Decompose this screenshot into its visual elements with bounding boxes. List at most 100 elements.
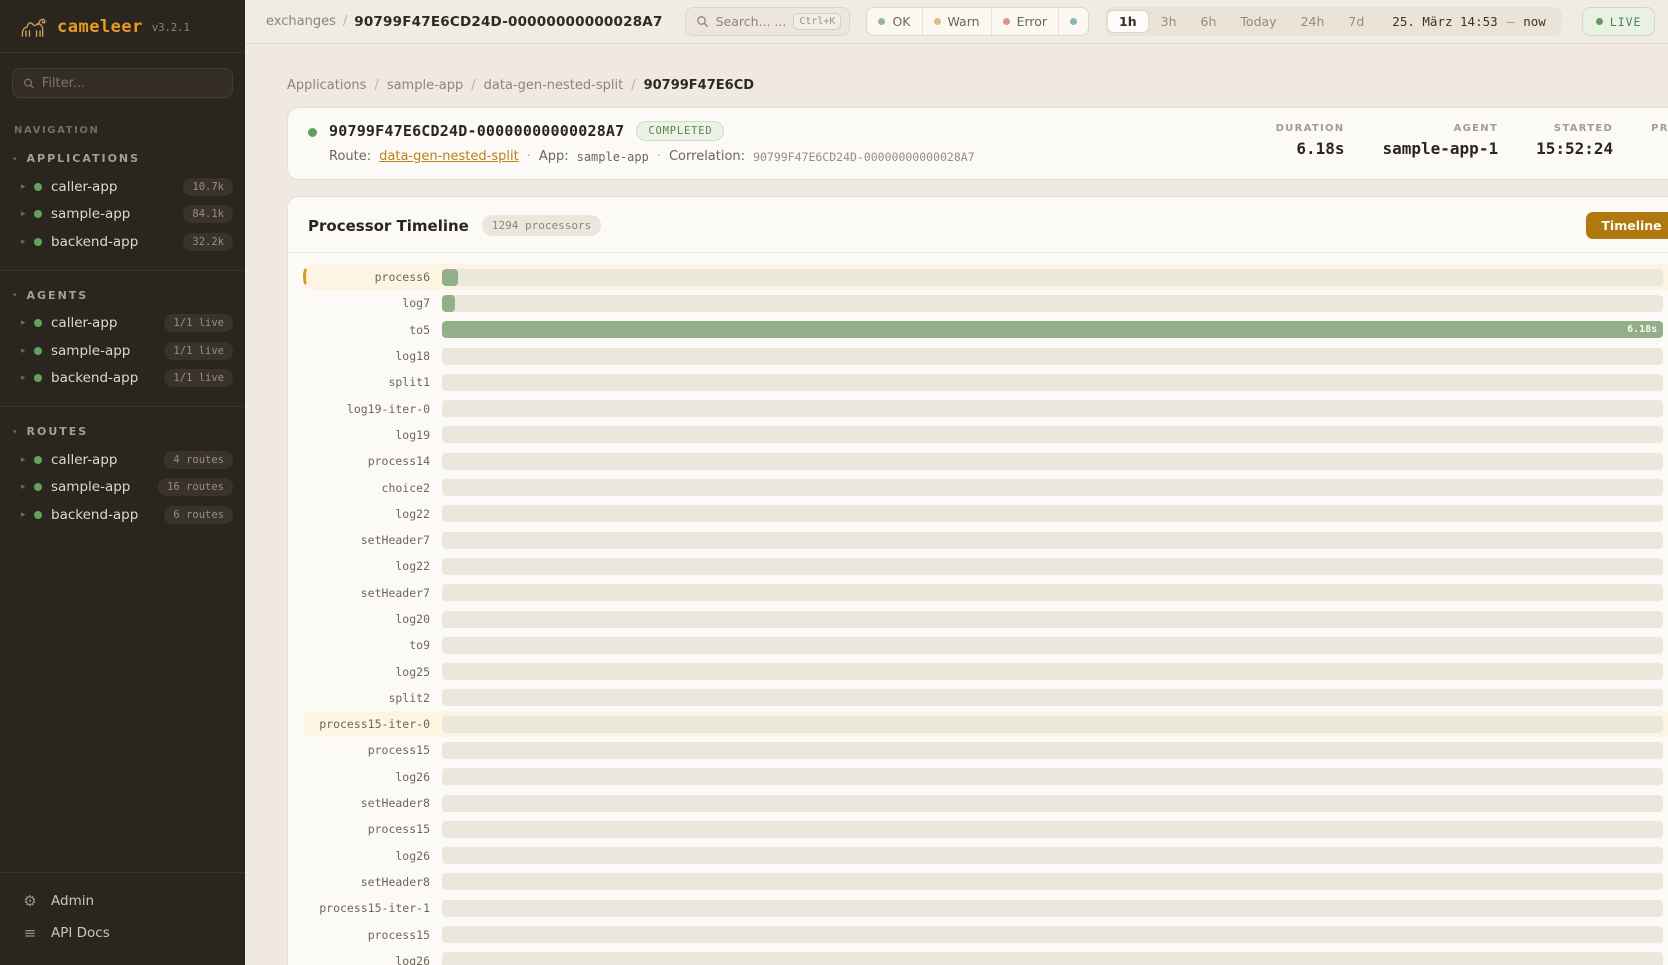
app-version: v3.2.1	[152, 22, 190, 34]
sidebar-item-badge: 6 routes	[164, 506, 233, 524]
timeline-row-process14[interactable]: process14383ms	[304, 448, 1668, 474]
breadcrumb-item[interactable]: Applications	[287, 78, 366, 93]
sidebar-item-sample-app[interactable]: ▸sample-app84.1k	[0, 201, 245, 229]
range-3h[interactable]: 3h	[1149, 10, 1189, 33]
timeline-row-setHeader8[interactable]: setHeader80ms	[304, 869, 1668, 895]
duration-track	[442, 926, 1663, 943]
sidebar-item-badge: 16 routes	[158, 478, 233, 496]
filter-input[interactable]	[42, 76, 222, 91]
timeline-row-process15-iter-1[interactable]: process15-iter-1440ms	[304, 895, 1668, 921]
duration-track	[442, 558, 1663, 575]
duration-value: 0ms	[1663, 350, 1668, 363]
duration-value: 0ms	[1663, 560, 1668, 573]
filter-error[interactable]: Error	[991, 8, 1058, 35]
timeline-row-split2[interactable]: split2960ms	[304, 685, 1668, 711]
range-7d[interactable]: 7d	[1336, 10, 1376, 33]
duration-value: 0ms	[1663, 481, 1668, 494]
timeline-row-to9[interactable]: to9960ms	[304, 632, 1668, 658]
breadcrumb-item[interactable]: sample-app	[387, 78, 463, 93]
timeline-row-log7[interactable]: log70ms	[304, 290, 1668, 316]
range-24h[interactable]: 24h	[1289, 10, 1337, 33]
timeline-row-log20[interactable]: log20 0ms	[304, 606, 1668, 632]
app-name: cameleer	[57, 17, 143, 37]
range-1h[interactable]: 1h	[1107, 10, 1149, 33]
timeline-row-log25[interactable]: log250ms	[304, 658, 1668, 684]
timeline-row-process15-iter-0[interactable]: process15-iter-0960ms⋮	[304, 711, 1668, 737]
processor-name: setHeader8	[304, 796, 442, 810]
timeline-row-process15[interactable]: process15440ms	[304, 737, 1668, 763]
duration-value: 0ms	[1663, 954, 1668, 965]
timeline-row-to5[interactable]: to56.18s6.18s	[304, 317, 1668, 343]
duration-track	[442, 269, 1663, 286]
sidebar-sections: ▾APPLICATIONS▸caller-app10.7k▸sample-app…	[0, 140, 245, 537]
timeline-row-setHeader7[interactable]: setHeader70ms	[304, 527, 1668, 553]
timeline-row-log19-iter-0[interactable]: log19-iter-06.18s	[304, 395, 1668, 421]
timeline-row-process15[interactable]: process15440ms	[304, 816, 1668, 842]
exchange-id: 90799F47E6CD24D-00000000000028A7	[329, 122, 624, 140]
timeline-row-setHeader8[interactable]: setHeader80ms	[304, 790, 1668, 816]
navigation-label: NAVIGATION	[14, 125, 231, 136]
section-header-applications[interactable]: ▾APPLICATIONS	[0, 146, 245, 173]
global-search[interactable]: Search... ... Ctrl+K	[685, 7, 851, 36]
duration-value: 0ms	[1663, 665, 1668, 678]
duration-value: 0ms	[1663, 534, 1668, 547]
breadcrumb-section[interactable]: exchanges	[266, 14, 336, 29]
footer-label: Admin	[51, 893, 94, 909]
sidebar-item-sample-app[interactable]: ▸sample-app16 routes	[0, 474, 245, 502]
sidebar-footer-api-docs[interactable]: ≡API Docs	[0, 917, 245, 949]
sidebar-item-caller-app[interactable]: ▸caller-app10.7k	[0, 173, 245, 201]
sidebar-item-sample-app[interactable]: ▸sample-app1/1 live	[0, 337, 245, 365]
route-link[interactable]: data-gen-nested-split	[379, 149, 519, 164]
timeline-row-log22[interactable]: log220ms	[304, 501, 1668, 527]
timeline-row-setHeader7[interactable]: setHeader70ms	[304, 580, 1668, 606]
filter-other[interactable]	[1058, 8, 1088, 35]
processor-name: log20	[304, 612, 442, 626]
status-dot-icon	[34, 456, 42, 464]
timeline-row-process6[interactable]: process60ms⋮	[304, 264, 1668, 290]
duration-value: 0ms	[1663, 613, 1668, 626]
timeline-row-split1[interactable]: split16.18s	[304, 369, 1668, 395]
section-header-agents[interactable]: ▾AGENTS	[0, 283, 245, 310]
filter-ok[interactable]: OK	[867, 8, 921, 35]
timeline-row-log26[interactable]: log260ms	[304, 764, 1668, 790]
sidebar-item-caller-app[interactable]: ▸caller-app4 routes	[0, 446, 245, 474]
chevron-down-icon: ▾	[13, 291, 17, 299]
processor-name: log18	[304, 349, 442, 363]
sidebar-item-caller-app[interactable]: ▸caller-app1/1 live	[0, 310, 245, 338]
sidebar-item-backend-app[interactable]: ▸backend-app32.2k	[0, 228, 245, 256]
search-placeholder: Search... ...	[716, 14, 787, 29]
filter-label: OK	[892, 14, 910, 29]
duration-track	[442, 532, 1663, 549]
sidebar-section-applications: ▾APPLICATIONS▸caller-app10.7k▸sample-app…	[0, 140, 245, 264]
timeline-row-log19[interactable]: log190ms	[304, 422, 1668, 448]
timeline-row-log22[interactable]: log220ms	[304, 553, 1668, 579]
sidebar-footer-admin[interactable]: ⚙Admin	[0, 885, 245, 917]
date-start: 25. März 14:53	[1392, 14, 1497, 29]
timeline-row-choice2[interactable]: choice20ms	[304, 474, 1668, 500]
chevron-right-icon: ▸	[21, 346, 34, 356]
timeline-row-log26[interactable]: log260ms	[304, 948, 1668, 965]
processor-count-badge: 1294 processors	[482, 215, 601, 236]
sidebar-item-backend-app[interactable]: ▸backend-app6 routes	[0, 501, 245, 529]
section-header-routes[interactable]: ▾ROUTES	[0, 419, 245, 446]
range-6h[interactable]: 6h	[1189, 10, 1229, 33]
sidebar-item-label: backend-app	[51, 507, 164, 523]
timeline-row-log18[interactable]: log18 0ms	[304, 343, 1668, 369]
meta-separator: ·	[527, 149, 531, 164]
duration-value: 960ms	[1663, 639, 1668, 652]
duration-value: 440ms	[1663, 902, 1668, 915]
date-range[interactable]: 25. März 14:53—now	[1376, 14, 1559, 29]
range-today[interactable]: Today	[1228, 10, 1288, 33]
status-dot-icon	[34, 319, 42, 327]
duration-track	[442, 479, 1663, 496]
duration-bar	[442, 269, 458, 286]
sidebar-item-backend-app[interactable]: ▸backend-app1/1 live	[0, 365, 245, 393]
live-badge[interactable]: LIVE	[1582, 7, 1656, 36]
timeline-row-log26[interactable]: log260ms	[304, 843, 1668, 869]
breadcrumb-item[interactable]: data-gen-nested-split	[484, 78, 624, 93]
chevron-right-icon: ▸	[21, 318, 34, 328]
status-dot-icon	[34, 210, 42, 218]
timeline-row-process15[interactable]: process15440ms	[304, 921, 1668, 947]
view-button-timeline[interactable]: Timeline	[1586, 212, 1668, 239]
filter-warn[interactable]: Warn	[922, 8, 991, 35]
